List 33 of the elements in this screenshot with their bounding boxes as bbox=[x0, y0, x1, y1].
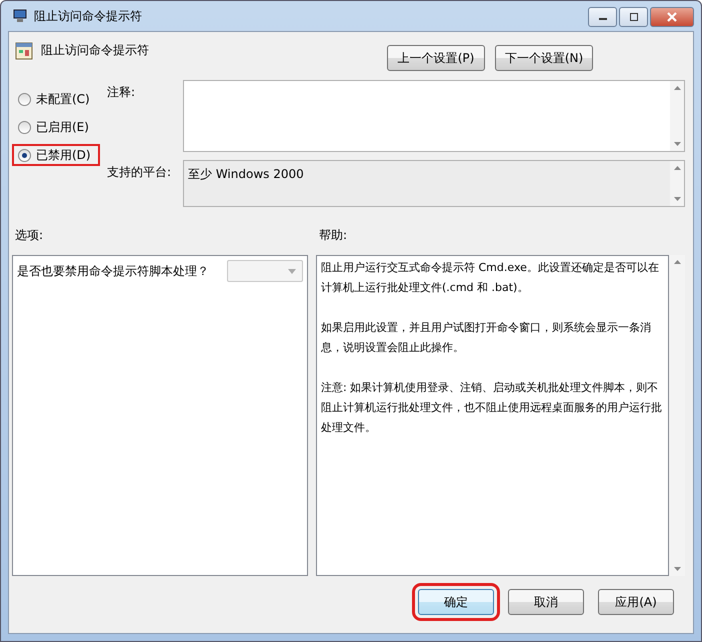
comment-label: 注释: bbox=[107, 84, 136, 101]
caret-icon bbox=[288, 268, 296, 274]
platform-label: 支持的平台: bbox=[107, 164, 172, 181]
close-icon bbox=[666, 12, 678, 22]
help-paragraph: 如果启用此设置，并且用户试图打开命令窗口，则系统会显示一条消息，说明设置会阻止此操作。 bbox=[321, 320, 652, 356]
help-label: 帮助: bbox=[319, 227, 348, 244]
scroll-up-icon[interactable] bbox=[674, 260, 680, 264]
option-question: 是否也要禁用命令提示符脚本处理？ bbox=[17, 263, 209, 280]
nav-button[interactable]: 下一个设置(N) bbox=[495, 45, 593, 71]
nav-button[interactable]: 上一个设置(P) bbox=[387, 45, 485, 71]
state-radio[interactable]: 未配置(C) bbox=[12, 88, 100, 110]
scroll-down-icon[interactable] bbox=[674, 197, 680, 201]
help-paragraph: 阻止用户运行交互式命令提示符 Cmd.exe。此设置还确定是否可以在计算机上运行批处理文件(.cmd 和 .bat)。 bbox=[321, 260, 660, 296]
options-label: 选项: bbox=[15, 227, 44, 244]
platform-field: 至少 Windows 2000 bbox=[183, 160, 685, 207]
close-button[interactable] bbox=[650, 7, 694, 27]
scroll-down-icon[interactable] bbox=[674, 142, 680, 146]
scroll-up-icon[interactable] bbox=[674, 166, 680, 170]
policy-icon bbox=[15, 42, 33, 60]
scroll-up-icon[interactable] bbox=[674, 86, 680, 90]
window-title: 阻止访问命令提示符 bbox=[34, 8, 142, 24]
comment-field[interactable] bbox=[183, 80, 685, 152]
state-radio[interactable]: 已禁用(D) bbox=[12, 144, 100, 166]
dialog-button[interactable]: 取消 bbox=[508, 589, 584, 615]
maximize-icon bbox=[628, 13, 638, 21]
scroll-down-icon[interactable] bbox=[674, 567, 680, 571]
computer-icon bbox=[12, 8, 28, 24]
dialog-button[interactable]: 应用(A) bbox=[598, 589, 674, 615]
state-radio[interactable]: 已启用(E) bbox=[12, 116, 100, 138]
help-paragraph: 注意: 如果计算机使用登录、注销、启动或关机批处理文件脚本，则不阻止计算机运行批处理文件，也不阻止使用远程桌面服务的用户运行批处理文件。 bbox=[321, 380, 663, 436]
minimize-button[interactable] bbox=[588, 7, 617, 27]
maximize-button[interactable] bbox=[619, 7, 648, 27]
policy-name: 阻止访问命令提示符 bbox=[41, 42, 149, 59]
